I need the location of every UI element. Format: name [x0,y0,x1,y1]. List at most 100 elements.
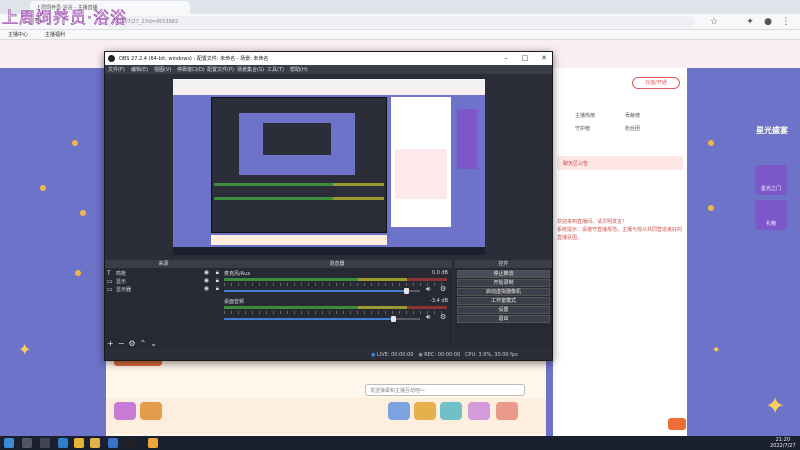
sources-toolbar: +−⚙⌃⌄ [107,339,161,348]
remove-source-icon[interactable]: − [118,339,129,348]
event-badge[interactable]: 星光盛宴 [752,118,792,158]
decor-star-icon: ✦ [712,345,721,356]
eye-icon[interactable]: ◉ [204,285,209,292]
task-view-icon[interactable] [40,438,50,448]
lock-icon[interactable]: 🔒︎ [216,277,219,285]
minimize-icon[interactable]: – [500,53,512,64]
menu-view[interactable]: 视图(V) [154,66,171,73]
dock-header-sources: 来源 [105,260,222,268]
windows-start-icon[interactable] [4,438,14,448]
menu-file[interactable]: 文件(F) [108,66,125,73]
search-icon[interactable] [22,438,32,448]
source-name: 显示 [116,279,127,285]
profile-icon[interactable]: ● [762,16,774,28]
gift-item[interactable] [440,402,462,420]
tab-rank-contrib[interactable]: 贡献榜 [625,112,640,119]
audio-meter [224,278,447,281]
move-up-icon[interactable]: ⌃ [140,339,151,348]
obs-taskbar-icon[interactable] [126,438,136,448]
tab-rank-host[interactable]: 主播热榜 [575,112,595,119]
menu-edit[interactable]: 编辑(E) [131,66,148,73]
star-icon[interactable]: ☆ [708,16,720,28]
bookmarks-bar: 主播中心 主播福利 [0,30,800,40]
gift-item[interactable] [388,402,410,420]
edge-icon[interactable] [58,438,68,448]
volume-fill [224,318,393,320]
gift-item[interactable] [468,402,490,420]
close-icon[interactable]: ✕ [538,53,550,64]
source-item[interactable]: ▭ 显示 ◉ 🔒︎ [107,277,219,285]
source-item[interactable]: T 鸣枪 ◉ 🔒︎ [107,269,219,277]
chat-send-button[interactable] [668,418,686,430]
move-down-icon[interactable]: ⌄ [150,339,161,348]
bookmark-item[interactable]: 主播中心 [8,31,28,38]
eye-icon[interactable]: ◉ [204,269,209,276]
studio-mode-button[interactable]: 工作室模式 [457,297,550,305]
exit-button[interactable]: 退出 [457,315,550,323]
gift-item[interactable] [496,402,518,420]
recharge-button[interactable]: 充值/开通 [632,77,680,89]
extensions-icon[interactable]: ✦ [744,16,756,28]
stop-streaming-button[interactable]: 停止推流 [457,270,550,278]
decor-dot [80,210,86,216]
decor-star-icon: ✦ [18,340,32,359]
settings-button[interactable]: 设置 [457,306,550,314]
gift-item[interactable] [114,402,136,420]
gift-item[interactable] [140,402,162,420]
obs-titlebar: OBS 27.2.4 (64-bit, windows) - 配置文件: 未命名… [105,52,552,65]
volume-slider[interactable] [224,316,420,322]
obs-statusbar: ● LIVE: 00:00:00 ● REC: 00:00:00 CPU: 3.… [105,350,552,360]
volume-slider[interactable] [224,288,420,294]
preview-page-header [173,89,485,95]
preview-taskbar [173,247,485,255]
tab-rank-guard[interactable]: 守护榜 [575,125,590,132]
menu-profile[interactable]: 配置文件(P) [207,66,234,73]
tab-fan-club[interactable]: 粉丝团 [625,125,640,132]
speaker-icon[interactable]: 🔊︎ [426,313,430,322]
display-source-icon: ▭ [107,278,113,285]
gear-icon[interactable]: ⚙ [440,313,446,321]
start-recording-button[interactable]: 开始录制 [457,279,550,287]
sources-dock: T 鸣枪 ◉ 🔒︎ ▭ 显示 ◉ 🔒︎ ▭ 显示器 ◉ 🔒︎ [105,268,222,348]
add-source-icon[interactable]: + [107,339,118,348]
menu-help[interactable]: 帮助(H) [290,66,308,73]
menu-icon[interactable]: ⋮ [780,16,792,28]
preview-nested-obs-deep [263,123,331,155]
rec-timer: REC: 00:00:00 [424,352,461,358]
maximize-icon[interactable]: □ [519,53,531,64]
side-event-item[interactable]: 星光之门 [755,165,787,195]
gear-icon[interactable]: ⚙ [128,339,139,348]
gear-icon[interactable]: ⚙ [440,285,446,293]
obs-preview[interactable] [173,79,485,255]
bookmark-item[interactable]: 主播福利 [45,31,65,38]
app-icon[interactable] [108,438,118,448]
meter-scale [224,283,447,286]
chat-column [553,68,687,438]
eye-icon[interactable]: ◉ [204,277,209,284]
menu-scene-collection[interactable]: 场景集合(S) [237,66,264,73]
display-source-icon: ▭ [107,286,113,293]
menu-docks[interactable]: 停靠窗口(D) [177,66,205,73]
speaker-icon[interactable]: 🔊︎ [426,285,430,294]
live-timer: LIVE: 00:00:00 [376,352,414,358]
folder-icon[interactable] [74,438,84,448]
menu-tools[interactable]: 工具(T) [267,66,284,73]
lock-icon[interactable]: 🔒︎ [216,285,219,293]
lock-icon[interactable]: 🔒︎ [216,269,219,277]
source-item[interactable]: ▭ 显示器 ◉ 🔒︎ [107,285,219,293]
obs-window: OBS 27.2.4 (64-bit, windows) - 配置文件: 未命名… [104,51,553,361]
mixer-channel-db: 0.0 dB [431,270,448,276]
system-clock[interactable]: 21:20 2022/7/27 [770,437,796,449]
volume-knob[interactable] [404,288,410,294]
side-event-item[interactable]: 礼物 [755,200,787,230]
gift-item[interactable] [414,402,436,420]
app-icon[interactable] [148,438,158,448]
volume-knob[interactable] [390,316,396,322]
preview-gift-bar [211,235,387,245]
app-icon[interactable] [90,438,100,448]
decor-dot [40,185,46,191]
url-field[interactable]: …0207/27_2?id=4553682 [105,16,695,28]
preview-meter [214,197,384,200]
danmu-input[interactable]: 发送弹幕和主播互动吧～ [365,384,525,396]
virtual-camera-button[interactable]: 启动虚拟摄像机 [457,288,550,296]
